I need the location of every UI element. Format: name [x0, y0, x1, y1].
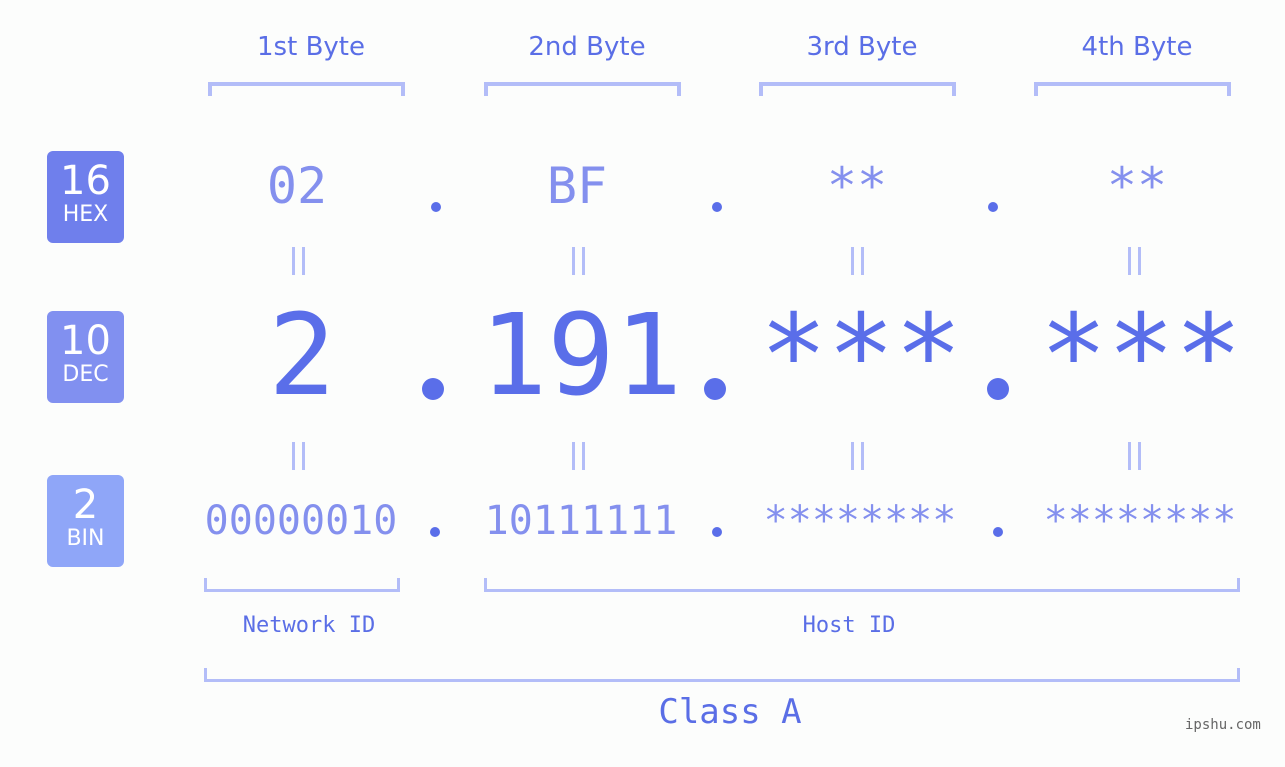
host-id-label: Host ID [802, 613, 896, 638]
equals-icon [851, 247, 865, 275]
byte-header-3: 3rd Byte [806, 32, 918, 62]
dec-value-4: *** [1039, 291, 1243, 421]
hex-separator-dot [431, 202, 441, 212]
byte-bracket-3 [759, 82, 956, 96]
hex-value-2: BF [546, 157, 608, 215]
byte-header-2: 2nd Byte [528, 32, 646, 62]
byte-bracket-2 [484, 82, 681, 96]
bin-value-3: ******** [763, 498, 957, 544]
bin-value-1: 00000010 [204, 498, 398, 544]
bin-badge-number: 2 [72, 482, 99, 528]
class-bracket [204, 668, 1240, 682]
bin-separator-dot [430, 527, 440, 537]
network-id-label: Network ID [242, 613, 376, 638]
host-id-bracket [484, 578, 1240, 592]
equals-icon [572, 442, 586, 470]
bin-badge: 2 BIN [47, 475, 124, 567]
dec-separator-dot [422, 378, 444, 400]
hex-badge: 16 HEX [47, 151, 124, 243]
equals-icon [292, 442, 306, 470]
dec-separator-dot [987, 378, 1009, 400]
equals-icon [572, 247, 586, 275]
equals-icon [851, 442, 865, 470]
bin-value-4: ******** [1043, 498, 1237, 544]
hex-separator-dot [712, 202, 722, 212]
dec-separator-dot [704, 378, 726, 400]
hex-badge-number: 16 [60, 158, 111, 204]
byte-bracket-4 [1034, 82, 1231, 96]
dec-value-1: 2 [268, 291, 336, 421]
hex-value-3: ** [826, 157, 888, 215]
equals-icon [1128, 442, 1142, 470]
dec-value-3: *** [759, 291, 963, 421]
dec-badge-label: DEC [62, 362, 109, 387]
dec-badge: 10 DEC [47, 311, 124, 403]
byte-bracket-1 [208, 82, 405, 96]
equals-icon [1128, 247, 1142, 275]
hex-badge-label: HEX [62, 202, 109, 227]
bin-separator-dot [993, 527, 1003, 537]
bin-separator-dot [712, 527, 722, 537]
byte-header-1: 1st Byte [257, 32, 365, 62]
network-id-bracket [204, 578, 400, 592]
dec-badge-number: 10 [60, 318, 111, 364]
hex-value-1: 02 [266, 157, 328, 215]
equals-icon [292, 247, 306, 275]
class-label: Class A [658, 692, 802, 732]
watermark: ipshu.com [1185, 717, 1261, 733]
bin-badge-label: BIN [66, 526, 105, 551]
byte-header-4: 4th Byte [1081, 32, 1193, 62]
hex-separator-dot [988, 202, 998, 212]
dec-value-2: 191 [479, 291, 683, 421]
hex-value-4: ** [1106, 157, 1168, 215]
bin-value-2: 10111111 [484, 498, 678, 544]
